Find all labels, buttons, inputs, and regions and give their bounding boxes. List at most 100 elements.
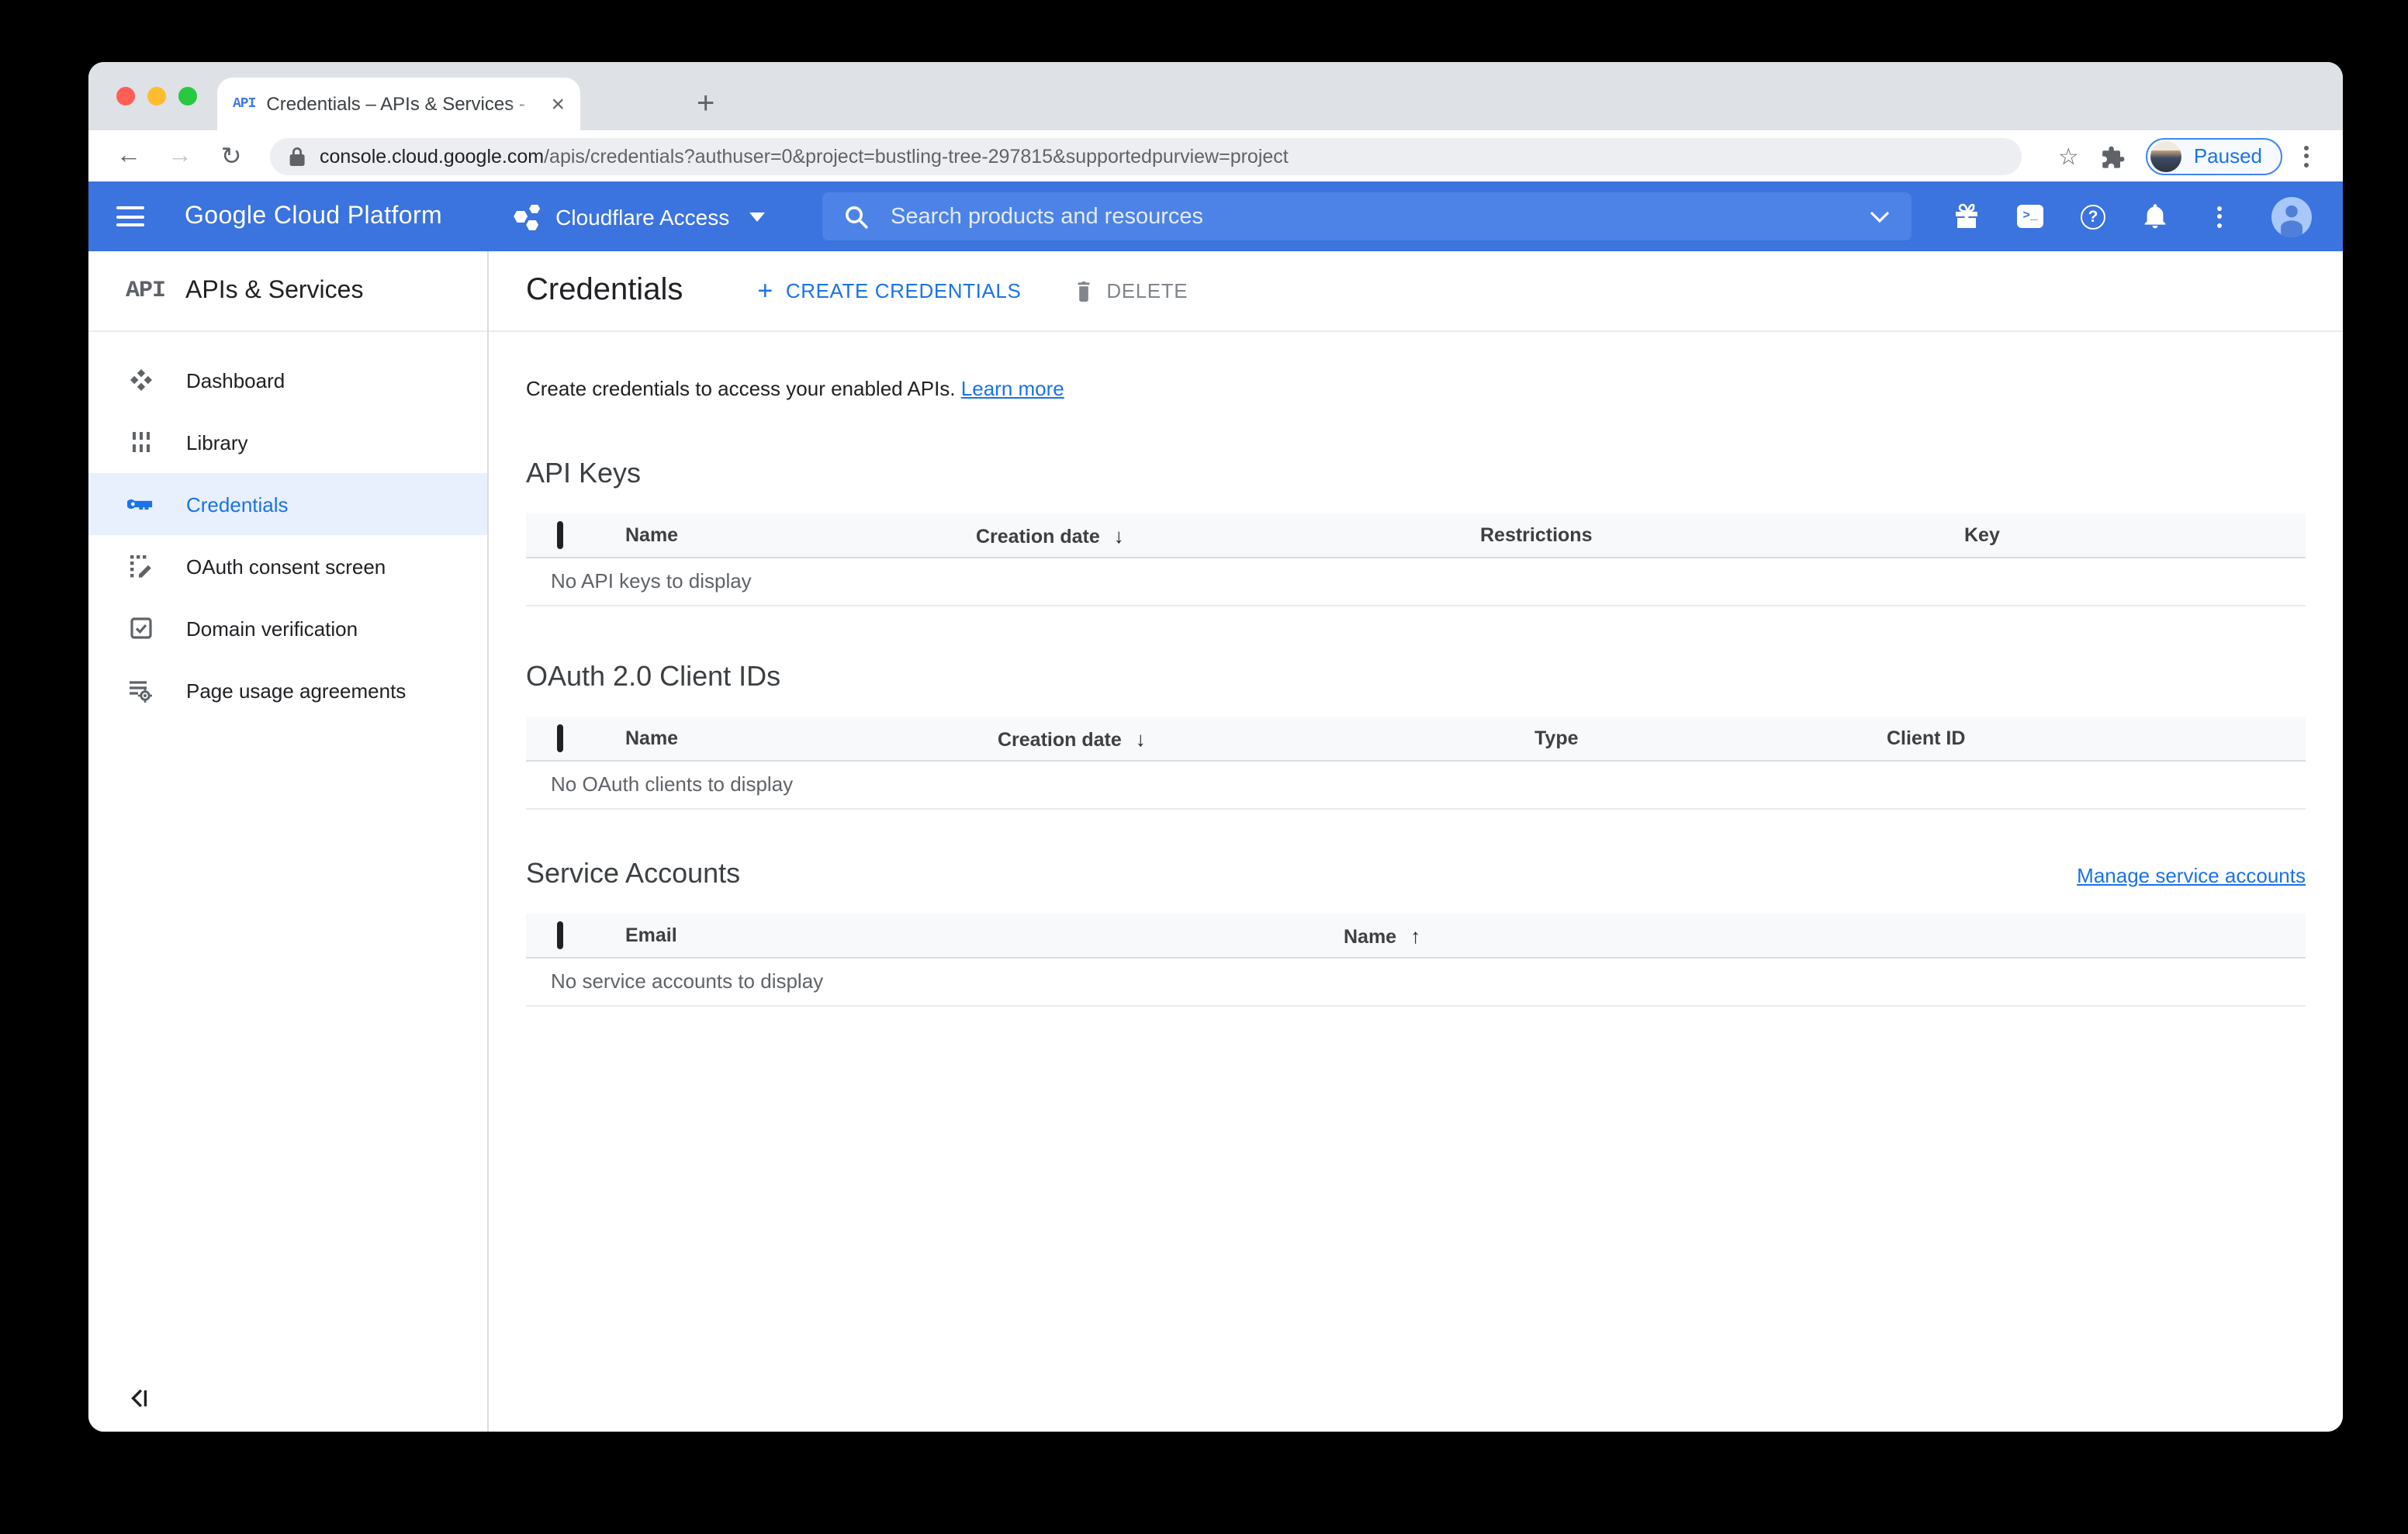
cloud-shell-icon[interactable]: >_ bbox=[2017, 205, 2043, 228]
fullscreen-window-button[interactable] bbox=[178, 87, 197, 105]
sort-asc-arrow-icon: ↑ bbox=[1410, 924, 1420, 947]
sidebar-title: APIs & Services bbox=[185, 277, 363, 305]
sidebar-item-label: Page usage agreements bbox=[186, 679, 406, 702]
gcp-header-actions: >_ ? bbox=[1953, 181, 2312, 251]
close-window-button[interactable] bbox=[116, 87, 135, 105]
manage-service-accounts-link[interactable]: Manage service accounts bbox=[2077, 864, 2306, 887]
tab-close-icon[interactable]: × bbox=[551, 92, 565, 116]
sidebar-header: API APIs & Services bbox=[88, 251, 487, 332]
profile-paused-button[interactable]: Paused bbox=[2146, 137, 2282, 174]
desktop-background: API Credentials – APIs & Services - × + … bbox=[0, 0, 2408, 1534]
browser-toolbar: ← → ↻ console.cloud.google.com/apis/cred… bbox=[88, 130, 2343, 181]
column-header-creation-date[interactable]: Creation date↓ bbox=[998, 727, 1534, 750]
project-name: Cloudflare Access bbox=[555, 204, 729, 229]
sidebar-item-credentials[interactable]: Credentials bbox=[88, 473, 487, 535]
dashboard-icon bbox=[127, 368, 154, 392]
sidebar-item-library[interactable]: Library bbox=[88, 411, 487, 473]
browser-window: API Credentials – APIs & Services - × + … bbox=[88, 62, 2343, 1432]
sidebar-item-label: Dashboard bbox=[186, 368, 285, 392]
select-all-checkbox[interactable] bbox=[557, 521, 563, 549]
column-header-key[interactable]: Key bbox=[1964, 524, 2306, 546]
api-keys-empty-row: No API keys to display bbox=[526, 558, 2306, 606]
url-path: /apis/credentials?authuser=0&project=bus… bbox=[544, 145, 1289, 167]
sidebar-item-domain-verification[interactable]: Domain verification bbox=[88, 597, 487, 659]
sort-desc-arrow-icon: ↓ bbox=[1114, 523, 1124, 547]
consent-screen-icon bbox=[127, 554, 154, 579]
project-selector[interactable]: Cloudflare Access bbox=[514, 202, 765, 230]
profile-avatar bbox=[2150, 140, 2181, 171]
select-all-checkbox[interactable] bbox=[557, 921, 563, 949]
extensions-puzzle-icon[interactable] bbox=[2101, 143, 2126, 168]
column-header-client-id[interactable]: Client ID bbox=[1887, 727, 2306, 749]
bookmark-star-icon[interactable]: ☆ bbox=[2058, 142, 2079, 170]
browser-menu-kebab-icon[interactable] bbox=[2304, 145, 2309, 167]
search-icon bbox=[844, 204, 869, 229]
minimize-window-button[interactable] bbox=[147, 87, 166, 105]
tab-strip: API Credentials – APIs & Services - × + bbox=[88, 62, 2343, 130]
agreements-list-gear-icon bbox=[127, 678, 154, 703]
column-header-name[interactable]: Name bbox=[625, 727, 998, 749]
column-header-email[interactable]: Email bbox=[625, 924, 1344, 946]
sidebar-item-label: Library bbox=[186, 430, 248, 454]
tab-title: Credentials – APIs & Services - bbox=[266, 93, 541, 115]
gcp-search-bar[interactable] bbox=[822, 192, 1912, 240]
service-accounts-table: Email Name↑ No service accounts to displ… bbox=[526, 914, 2306, 1007]
sidebar: API APIs & Services Dashboard Lib bbox=[88, 251, 489, 1432]
new-tab-button[interactable]: + bbox=[697, 79, 714, 129]
caret-down-icon bbox=[749, 212, 765, 221]
hamburger-menu-icon[interactable] bbox=[116, 206, 144, 226]
key-icon bbox=[127, 495, 154, 513]
help-icon[interactable]: ? bbox=[2081, 204, 2105, 229]
sidebar-item-oauth-consent[interactable]: OAuth consent screen bbox=[88, 535, 487, 597]
lock-icon bbox=[289, 145, 306, 167]
service-accounts-heading: Service Accounts bbox=[526, 856, 740, 892]
column-header-type[interactable]: Type bbox=[1534, 727, 1887, 749]
oauth-table-header: Name Creation date↓ Type Client ID bbox=[526, 717, 2306, 762]
verified-checkbox-icon bbox=[127, 616, 154, 641]
main-panel: Credentials + CREATE CREDENTIALS DELETE … bbox=[489, 251, 2343, 1432]
service-accounts-empty-row: No service accounts to display bbox=[526, 959, 2306, 1007]
paused-label: Paused bbox=[2194, 144, 2262, 168]
library-icon bbox=[127, 430, 154, 454]
browser-tab[interactable]: API Credentials – APIs & Services - × bbox=[217, 78, 580, 130]
column-header-creation-date[interactable]: Creation date↓ bbox=[976, 523, 1480, 547]
reload-icon[interactable]: ↻ bbox=[213, 140, 250, 171]
collapse-sidebar-icon[interactable] bbox=[127, 1387, 150, 1410]
search-expand-chevron-icon[interactable] bbox=[1870, 210, 1890, 223]
gift-icon[interactable] bbox=[1953, 203, 1980, 230]
sort-desc-arrow-icon: ↓ bbox=[1136, 727, 1146, 750]
account-avatar[interactable] bbox=[2271, 196, 2312, 237]
sidebar-item-label: Domain verification bbox=[186, 617, 358, 640]
sidebar-item-page-usage-agreements[interactable]: Page usage agreements bbox=[88, 659, 487, 721]
notifications-bell-icon[interactable] bbox=[2143, 203, 2168, 230]
sidebar-menu: Dashboard Library Credentials bbox=[88, 332, 487, 721]
oauth-heading: OAuth 2.0 Client IDs bbox=[526, 659, 2306, 695]
oauth-table: Name Creation date↓ Type Client ID No OA… bbox=[526, 717, 2306, 810]
learn-more-link[interactable]: Learn more bbox=[961, 377, 1064, 400]
console-body: API APIs & Services Dashboard Lib bbox=[88, 251, 2343, 1432]
url-text: console.cloud.google.com/apis/credential… bbox=[320, 145, 1289, 167]
service-accounts-table-header: Email Name↑ bbox=[526, 914, 2306, 959]
delete-button[interactable]: DELETE bbox=[1074, 279, 1188, 302]
window-controls bbox=[116, 87, 197, 105]
project-hexagons-icon bbox=[514, 202, 540, 230]
gcp-brand[interactable]: Google Cloud Platform bbox=[185, 202, 442, 230]
back-icon[interactable]: ← bbox=[110, 142, 147, 170]
sidebar-item-dashboard[interactable]: Dashboard bbox=[88, 349, 487, 411]
api-keys-table-header: Name Creation date↓ Restrictions Key bbox=[526, 513, 2306, 558]
forward-icon: → bbox=[161, 142, 199, 170]
gcp-header: Google Cloud Platform Cloudflare Access bbox=[88, 181, 2343, 251]
page-header: Credentials + CREATE CREDENTIALS DELETE bbox=[489, 251, 2343, 332]
select-all-checkbox[interactable] bbox=[557, 724, 563, 752]
column-header-restrictions[interactable]: Restrictions bbox=[1480, 524, 1964, 546]
url-domain: console.cloud.google.com bbox=[320, 145, 544, 167]
column-header-name[interactable]: Name↑ bbox=[1344, 924, 2306, 947]
column-header-name[interactable]: Name bbox=[625, 524, 976, 546]
gcp-more-kebab-icon[interactable] bbox=[2217, 206, 2222, 227]
address-bar[interactable]: console.cloud.google.com/apis/credential… bbox=[270, 137, 2022, 174]
intro-text: Create credentials to access your enable… bbox=[526, 375, 2306, 403]
api-logo: API bbox=[126, 278, 165, 304]
create-credentials-button[interactable]: + CREATE CREDENTIALS bbox=[757, 278, 1021, 304]
search-input[interactable] bbox=[887, 202, 1870, 230]
plus-icon: + bbox=[757, 278, 773, 304]
